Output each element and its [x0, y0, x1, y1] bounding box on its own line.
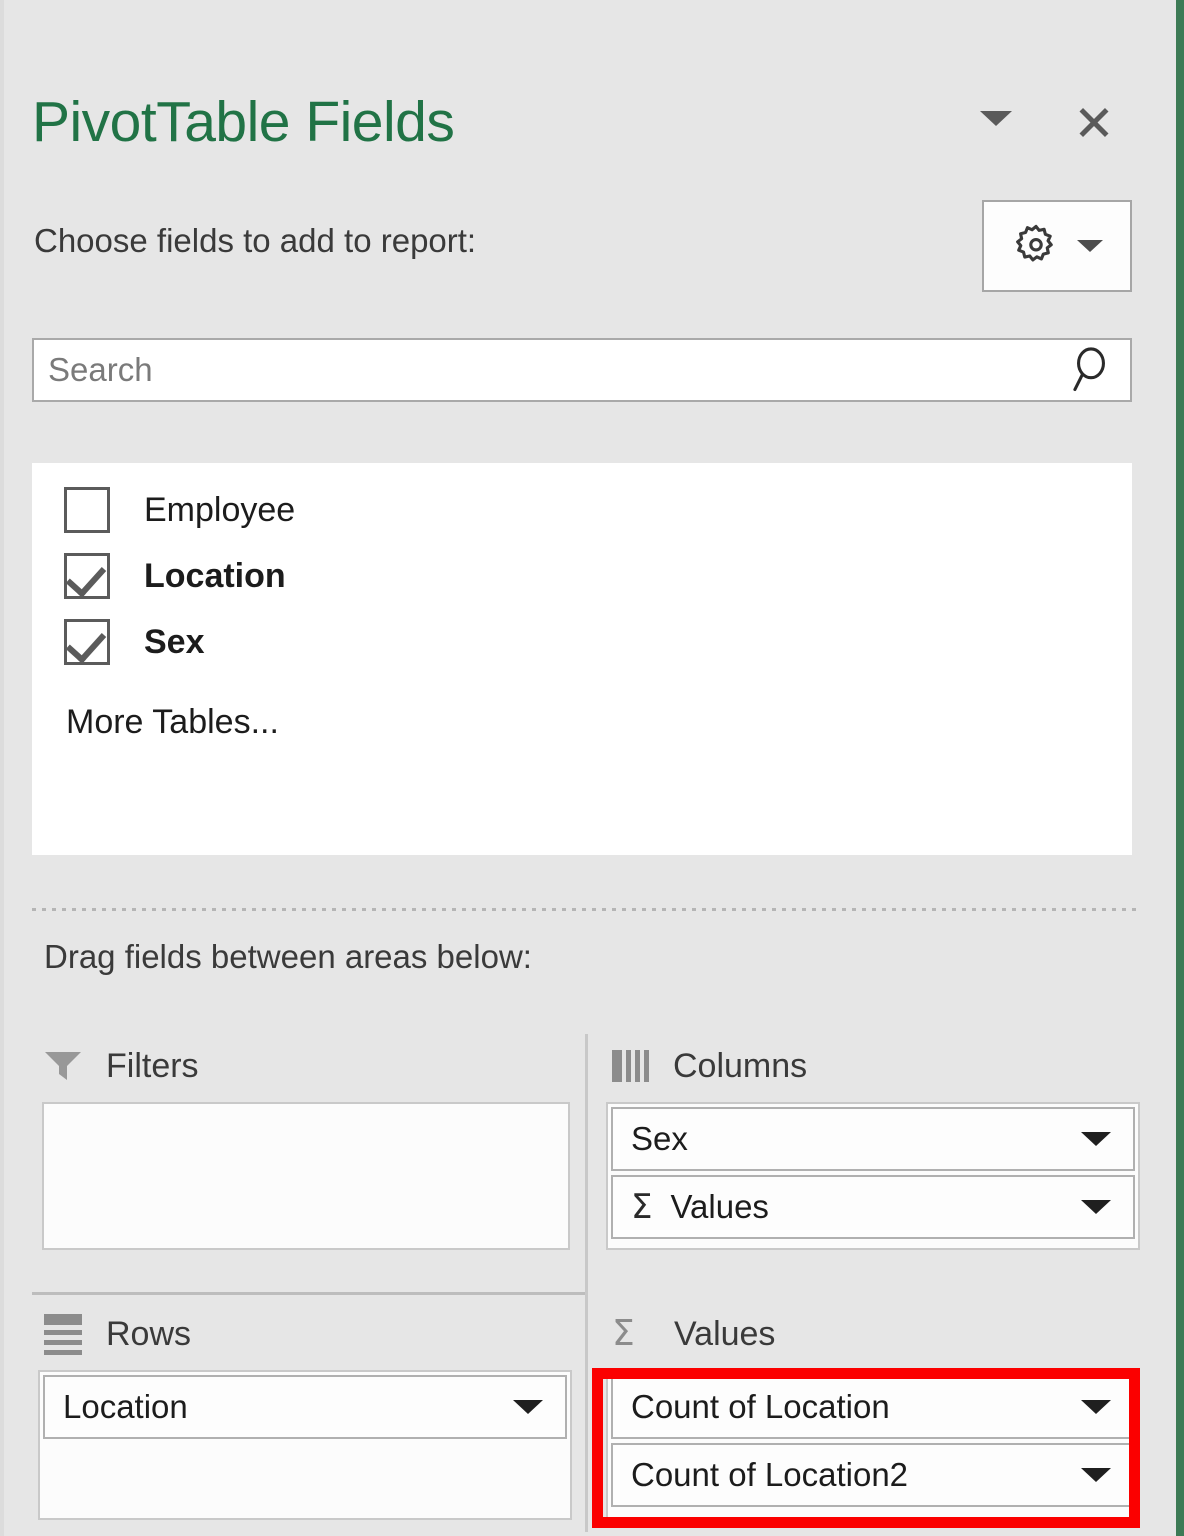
field-list-item-location[interactable]: Location — [32, 543, 1132, 609]
area-rows: Rows Location — [32, 1298, 577, 1520]
areas-vertical-divider — [585, 1034, 588, 1532]
panel-header: PivotTable Fields — [32, 82, 1132, 162]
area-values: Σ Values Count of Location Count of Loca… — [600, 1298, 1145, 1520]
area-columns-header: Columns — [600, 1030, 1145, 1102]
panel-menu-chevron-down-icon[interactable] — [980, 110, 1012, 126]
field-pill-label: Count of Location2 — [631, 1456, 909, 1493]
field-pill-sex[interactable]: Sex — [611, 1107, 1135, 1171]
header-controls — [980, 82, 1114, 162]
gear-icon — [1011, 221, 1061, 271]
field-pill-chevron-down-icon[interactable] — [1081, 1468, 1111, 1482]
close-icon[interactable] — [1074, 102, 1114, 142]
rows-dropzone[interactable]: Location — [38, 1370, 572, 1520]
field-pill-location[interactable]: Location — [43, 1375, 567, 1439]
area-values-header: Σ Values — [600, 1298, 1145, 1370]
field-label: Employee — [144, 490, 296, 529]
panel-left-edge — [0, 0, 4, 1536]
area-title: Filters — [106, 1046, 199, 1085]
field-pill-label: Sex — [631, 1120, 688, 1157]
field-pill-chevron-down-icon[interactable] — [513, 1400, 543, 1414]
more-tables-link[interactable]: More Tables... — [66, 703, 1132, 742]
choose-fields-label: Choose fields to add to report: — [34, 222, 477, 259]
field-pill-chevron-down-icon[interactable] — [1081, 1132, 1111, 1146]
field-list-item-sex[interactable]: Sex — [32, 609, 1132, 675]
area-title: Columns — [673, 1046, 808, 1085]
area-title: Values — [674, 1314, 776, 1353]
field-pill-label: Values — [670, 1188, 769, 1225]
field-pill-label: Count of Location — [631, 1388, 890, 1425]
field-checkbox-employee[interactable] — [64, 487, 110, 533]
areas-grid: Filters Columns Sex Σ Values Rows Locati… — [32, 1030, 1140, 1536]
field-pill-label: Location — [63, 1388, 188, 1425]
section-divider — [32, 908, 1136, 911]
area-rows-header: Rows — [32, 1298, 577, 1370]
field-pill-chevron-down-icon[interactable] — [1081, 1400, 1111, 1414]
filters-dropzone[interactable] — [42, 1102, 570, 1250]
filter-funnel-icon — [44, 1051, 82, 1081]
field-label: Sex — [144, 622, 205, 661]
values-dropzone[interactable]: Count of Location Count of Location2 — [606, 1370, 1140, 1520]
area-filters-header: Filters — [32, 1030, 577, 1102]
field-label: Location — [144, 556, 286, 595]
field-checkbox-location[interactable] — [64, 553, 110, 599]
search-input[interactable] — [34, 340, 1052, 400]
area-filters: Filters — [32, 1030, 577, 1250]
search-icon[interactable] — [1052, 340, 1130, 400]
field-checkbox-sex[interactable] — [64, 619, 110, 665]
field-pill-count-of-location2[interactable]: Count of Location2 — [611, 1443, 1135, 1507]
tools-chevron-down-icon — [1077, 240, 1103, 252]
sigma-icon: Σ — [631, 1187, 653, 1227]
field-list-tools-button[interactable] — [982, 200, 1132, 292]
field-list-item-employee[interactable]: Employee — [32, 477, 1132, 543]
search-box[interactable] — [32, 338, 1132, 402]
sigma-icon: Σ — [612, 1313, 635, 1354]
field-pill-chevron-down-icon[interactable] — [1081, 1200, 1111, 1214]
columns-icon — [612, 1050, 649, 1082]
page-title: PivotTable Fields — [32, 90, 455, 154]
worksheet-accent-edge — [1176, 0, 1184, 1536]
field-pill-values[interactable]: Σ Values — [611, 1175, 1135, 1239]
area-columns: Columns Sex Σ Values — [600, 1030, 1145, 1250]
columns-dropzone[interactable]: Sex Σ Values — [606, 1102, 1140, 1250]
area-title: Rows — [106, 1314, 192, 1353]
field-pill-count-of-location[interactable]: Count of Location — [611, 1375, 1135, 1439]
field-list: Employee Location Sex More Tables... — [32, 463, 1132, 855]
areas-horizontal-divider — [32, 1292, 585, 1295]
pivottable-fields-panel: PivotTable Fields Choose fields to add t… — [0, 0, 1184, 1536]
rows-icon — [44, 1313, 82, 1355]
drag-fields-label: Drag fields between areas below: — [44, 938, 532, 975]
